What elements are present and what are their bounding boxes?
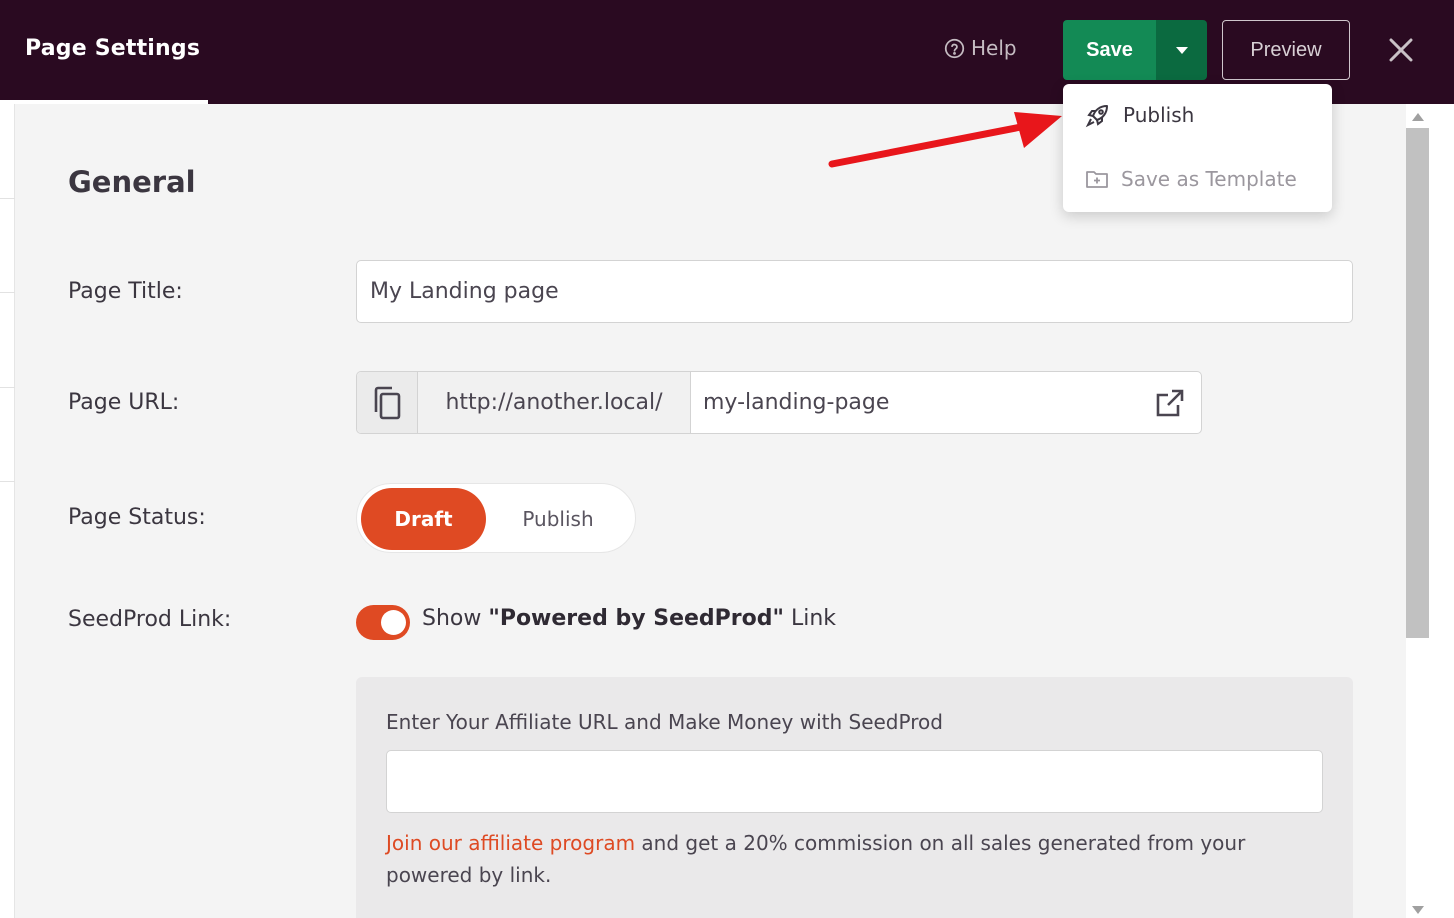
page-title: Page Settings <box>25 36 201 61</box>
page-url-label: Page URL: <box>68 390 180 415</box>
url-slug-input[interactable]: my-landing-page <box>691 372 1139 433</box>
copy-icon <box>374 386 401 419</box>
page-title-label: Page Title: <box>68 279 183 304</box>
save-options-toggle[interactable] <box>1156 20 1207 80</box>
affiliate-panel: Enter Your Affiliate URL and Make Money … <box>356 677 1353 918</box>
left-sidebar-strip <box>0 104 15 918</box>
page-url-field: http://another.local/ my-landing-page <box>356 371 1202 434</box>
affiliate-url-input[interactable] <box>386 750 1323 813</box>
save-button[interactable]: Save <box>1063 20 1156 80</box>
powered-by-toggle[interactable] <box>356 605 410 640</box>
rocket-icon <box>1085 105 1108 128</box>
sidebar-divider <box>0 387 15 388</box>
status-publish-option[interactable]: Publish <box>497 488 619 550</box>
open-url-button[interactable] <box>1139 372 1201 433</box>
menu-item-save-as-template[interactable]: Save as Template <box>1085 167 1297 191</box>
sidebar-divider <box>0 198 15 199</box>
page-status-switch: Draft Publish <box>356 483 636 553</box>
red-arrow-annotation <box>828 112 1062 168</box>
section-title: General <box>68 165 196 199</box>
help-label: Help <box>971 36 1017 60</box>
help-link[interactable]: Help <box>944 36 1017 60</box>
page-title-input[interactable]: My Landing page <box>356 260 1353 323</box>
copy-url-button[interactable] <box>357 372 418 433</box>
powered-by-label: Show "Powered by SeedProd" Link <box>422 606 837 631</box>
scroll-up-icon[interactable] <box>1412 113 1424 121</box>
affiliate-program-link[interactable]: Join our affiliate program <box>386 831 635 855</box>
toggle-knob <box>381 610 406 635</box>
sidebar-divider <box>0 292 15 293</box>
affiliate-url-label: Enter Your Affiliate URL and Make Money … <box>386 710 943 734</box>
caret-down-icon <box>1175 46 1188 54</box>
sidebar-divider <box>0 481 15 482</box>
scrollbar-thumb[interactable] <box>1406 128 1429 638</box>
preview-button[interactable]: Preview <box>1222 20 1350 80</box>
affiliate-note: Join our affiliate program and get a 20%… <box>386 831 1246 887</box>
scroll-down-icon[interactable] <box>1412 906 1424 914</box>
status-draft-option[interactable]: Draft <box>361 488 486 550</box>
page-status-label: Page Status: <box>68 505 206 530</box>
save-options-menu: Publish Save as Template <box>1063 84 1332 212</box>
folder-plus-icon <box>1086 171 1108 188</box>
close-icon <box>1389 38 1413 62</box>
seedprod-link-label: SeedProd Link: <box>68 607 232 632</box>
active-tab-indicator <box>0 100 208 104</box>
save-button-group: Save <box>1063 20 1207 80</box>
question-circle-icon <box>944 38 965 58</box>
close-button[interactable] <box>1386 35 1416 65</box>
menu-item-publish[interactable]: Publish <box>1085 102 1194 128</box>
external-link-icon <box>1156 389 1184 416</box>
url-base: http://another.local/ <box>418 372 691 433</box>
